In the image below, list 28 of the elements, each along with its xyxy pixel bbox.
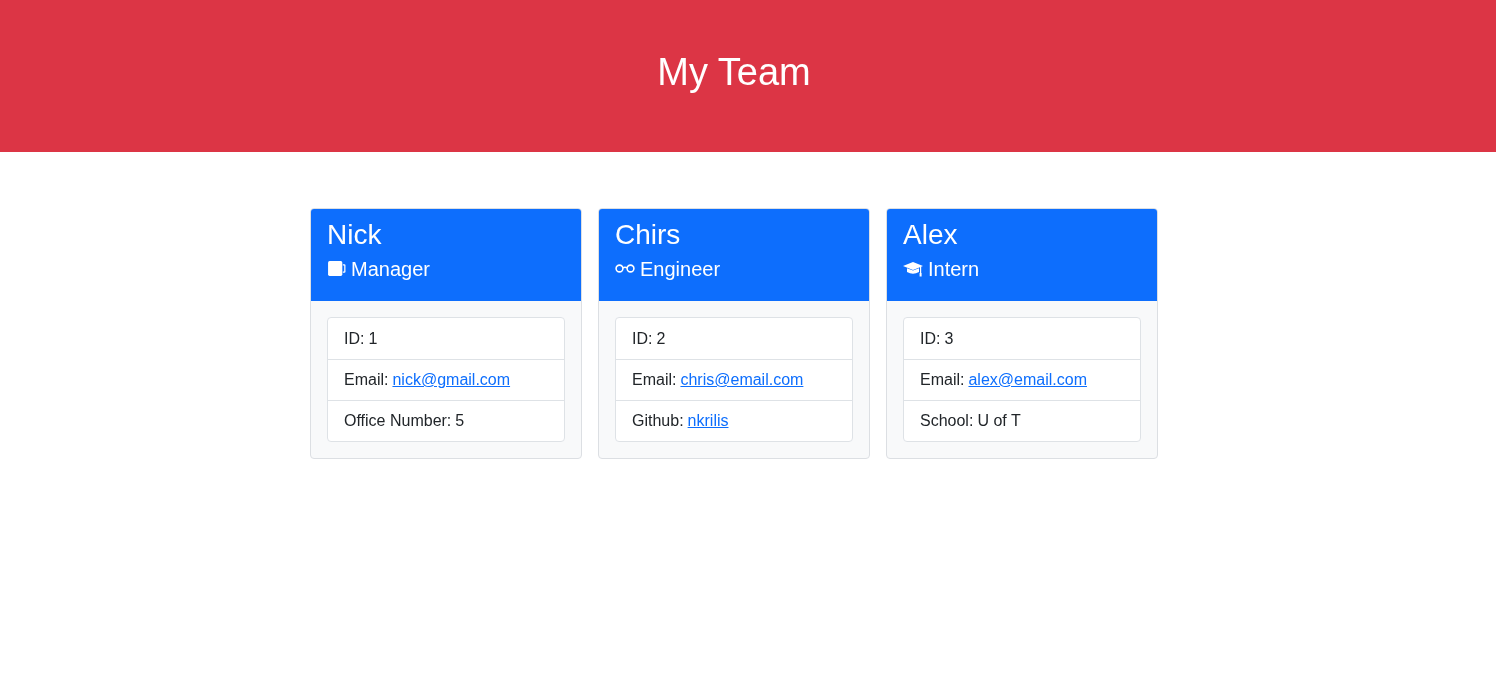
member-name: Nick xyxy=(327,218,383,252)
info-label: Email: xyxy=(632,371,677,389)
info-value: 5 xyxy=(455,412,465,430)
member-name: Chirs xyxy=(615,218,682,252)
info-label: Email: xyxy=(344,371,389,389)
member-role: Engineer xyxy=(640,256,721,281)
info-link[interactable]: nick@gmail.com xyxy=(392,371,511,389)
info-link[interactable]: alex@email.com xyxy=(968,371,1087,389)
info-link[interactable]: nkrilis xyxy=(687,412,729,430)
info-value: 3 xyxy=(944,329,954,348)
info-value: 1 xyxy=(368,329,378,348)
info-label: Email: xyxy=(920,371,965,389)
info-value: 2 xyxy=(656,329,666,348)
member-role: Intern xyxy=(928,256,980,281)
member-name: Alex xyxy=(903,218,959,252)
info-label: Github: xyxy=(632,412,684,430)
mug-icon xyxy=(327,260,346,278)
info-label: ID: xyxy=(344,329,365,348)
info-label: School: xyxy=(920,412,974,430)
info-label: ID: xyxy=(920,329,941,348)
info-link[interactable]: chris@email.com xyxy=(680,371,804,389)
info-label: ID: xyxy=(632,329,653,348)
member-role: Manager xyxy=(351,256,430,281)
info-label: Office Number: xyxy=(344,412,452,430)
page-title: My Team xyxy=(657,50,811,96)
info-value: U of T xyxy=(977,412,1021,430)
graduation-cap-icon xyxy=(903,260,923,277)
glasses-icon xyxy=(615,264,635,274)
